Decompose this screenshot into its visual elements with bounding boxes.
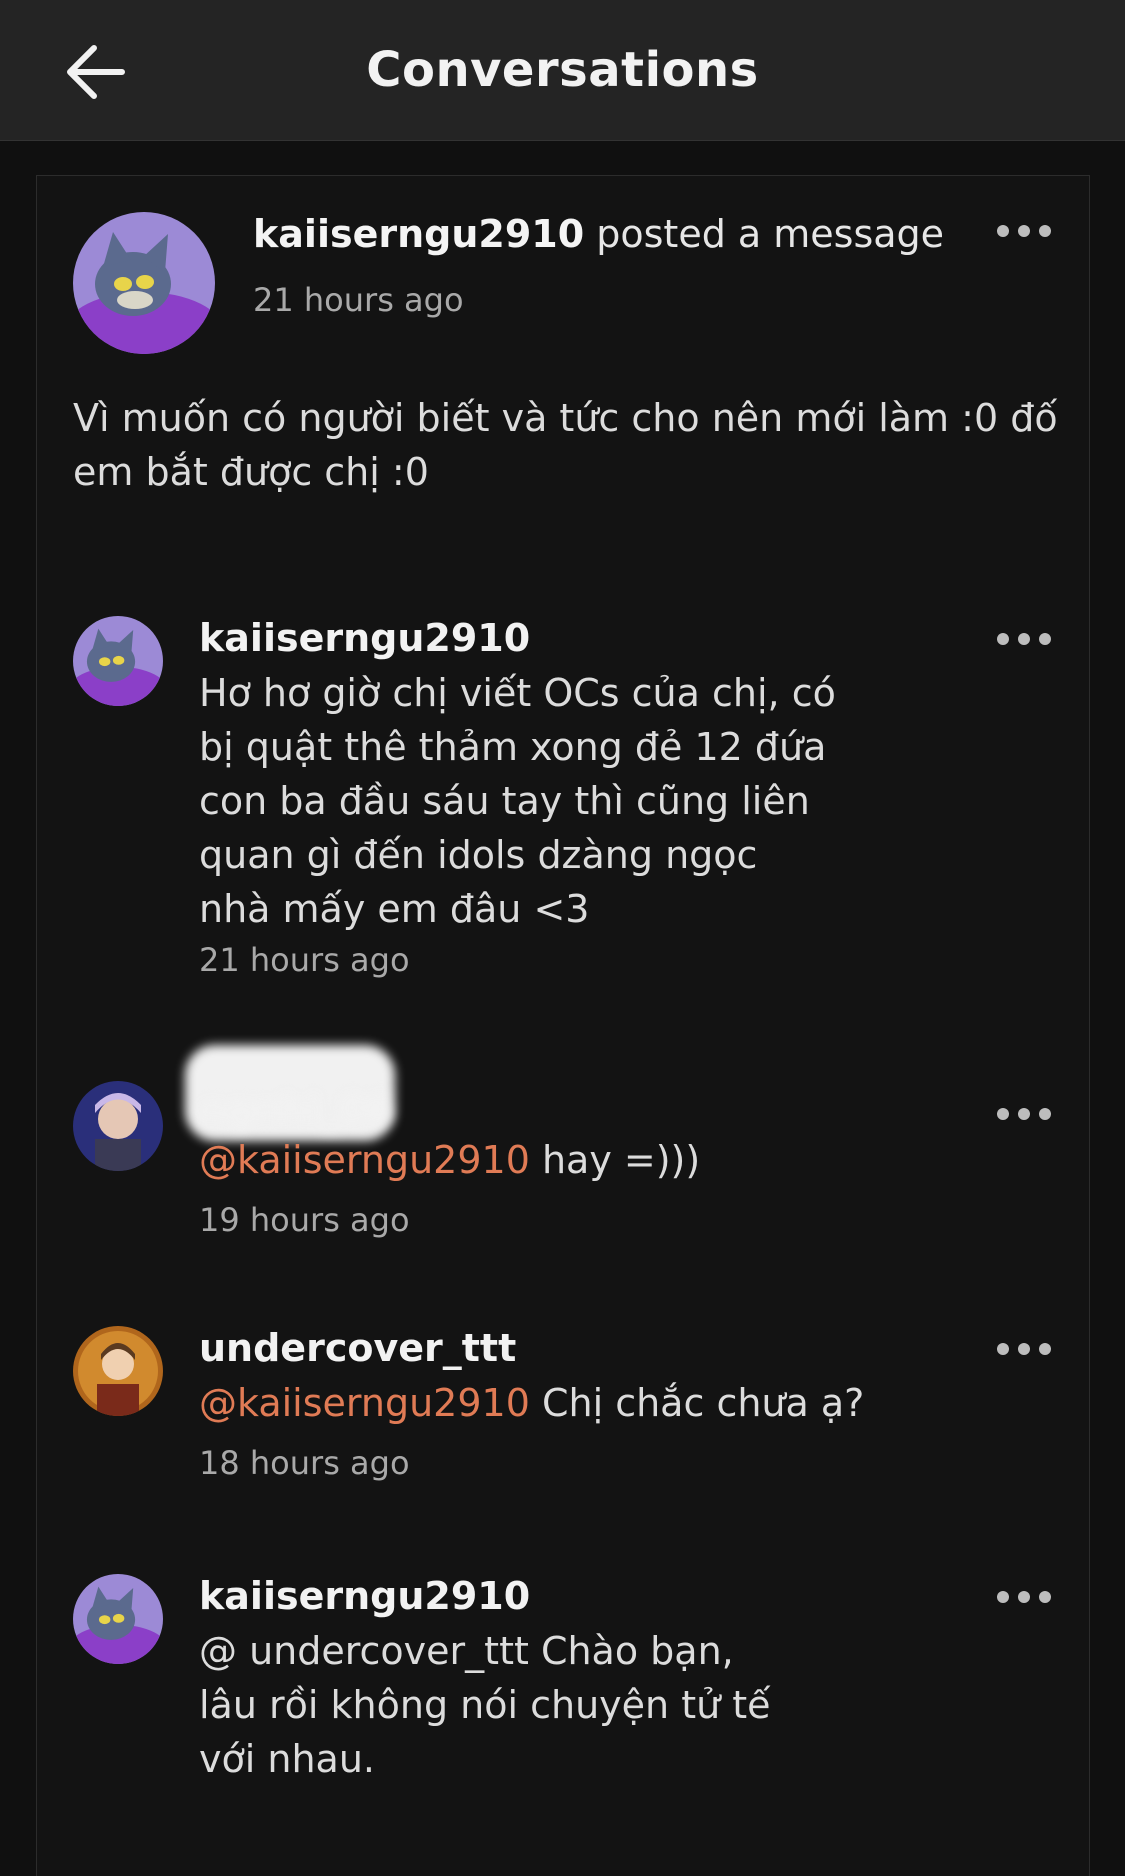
cat-avatar-icon: [73, 1574, 163, 1664]
dot: [1039, 1591, 1051, 1603]
reply-username[interactable]: kaiiserngu2910: [199, 616, 530, 660]
reply-username[interactable]: undercover_ttt: [199, 1326, 516, 1370]
post-more-button[interactable]: [989, 216, 1059, 246]
dot: [997, 633, 1009, 645]
reply-text: @kaiiserngu2910 hay =))): [199, 1133, 999, 1187]
dot: [997, 225, 1009, 237]
reply-message: hay =))): [529, 1138, 701, 1182]
avatar[interactable]: [73, 1081, 163, 1171]
reply-more-button[interactable]: [989, 1334, 1059, 1364]
dot: [1039, 1108, 1051, 1120]
post-header: kaiiserngu2910 posted a message: [253, 212, 944, 256]
reply-time: 18 hours ago: [199, 1444, 410, 1482]
post-action: posted a message: [596, 212, 945, 256]
dot: [1018, 1108, 1030, 1120]
dot: [997, 1108, 1009, 1120]
reply-text: @kaiiserngu2910 Chị chắc chưa ạ?: [199, 1376, 999, 1430]
dot: [1018, 1343, 1030, 1355]
dot: [1039, 633, 1051, 645]
person-avatar-icon: [73, 1081, 163, 1171]
page-title: Conversations: [366, 42, 759, 98]
cat-avatar-icon: [73, 616, 163, 706]
reply-time: 21 hours ago: [199, 941, 410, 979]
reply-more-button[interactable]: [989, 1582, 1059, 1612]
person-avatar-icon: [73, 1326, 163, 1416]
reply-message: Hơ hơ giờ chị viết OCs của chị, có bị qu…: [199, 671, 836, 931]
dot: [1018, 633, 1030, 645]
avatar[interactable]: [73, 212, 215, 354]
reply-mention[interactable]: @kaiiserngu2910: [199, 1381, 530, 1425]
cat-avatar-icon: [73, 212, 215, 354]
dot: [997, 1343, 1009, 1355]
reply-message: @ undercover_ttt Chào bạn, lâu rồi không…: [199, 1629, 771, 1781]
avatar[interactable]: [73, 1574, 163, 1664]
avatar[interactable]: [73, 1326, 163, 1416]
dot: [1018, 1591, 1030, 1603]
reply-more-button[interactable]: [989, 624, 1059, 654]
dot: [1039, 1343, 1051, 1355]
post-username[interactable]: kaiiserngu2910: [253, 212, 584, 256]
post-time: 21 hours ago: [253, 281, 464, 319]
reply-text: Hơ hơ giờ chị viết OCs của chị, có bị qu…: [199, 666, 839, 936]
reply-mention[interactable]: @kaiiserngu2910: [199, 1138, 530, 1182]
reply-username[interactable]: ngnhi_06: [199, 1087, 392, 1131]
dot: [997, 1591, 1009, 1603]
reply-more-button[interactable]: [989, 1099, 1059, 1129]
app-header: Conversations: [0, 0, 1125, 141]
reply-message: Chị chắc chưa ạ?: [529, 1381, 865, 1425]
dot: [1039, 225, 1051, 237]
reply-time: 19 hours ago: [199, 1201, 410, 1239]
conversation-card: kaiiserngu2910 posted a message 21 hours…: [36, 175, 1090, 1876]
post-body: Vì muốn có người biết và tức cho nên mới…: [73, 396, 1058, 494]
reply-text: @ undercover_ttt Chào bạn, lâu rồi không…: [199, 1624, 799, 1786]
avatar[interactable]: [73, 616, 163, 706]
dot: [1018, 225, 1030, 237]
reply-username[interactable]: kaiiserngu2910: [199, 1574, 530, 1618]
